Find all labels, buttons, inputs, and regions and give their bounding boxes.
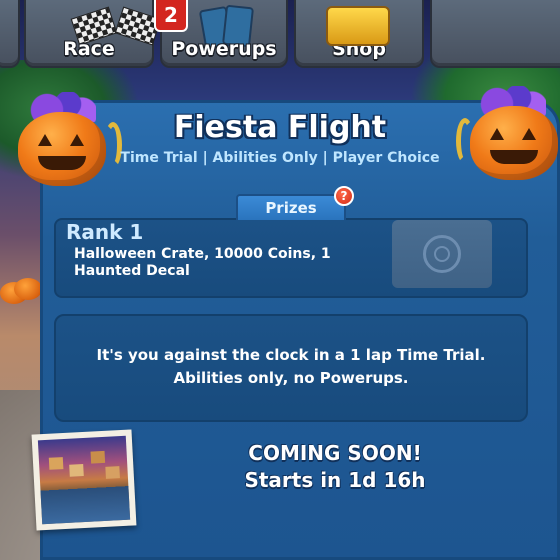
tab-race-label: Race: [63, 38, 115, 60]
prize-rank: Rank 1: [66, 220, 144, 244]
event-description: It's you against the clock in a 1 lap Ti…: [54, 344, 528, 390]
event-title: Fiesta Flight: [173, 110, 387, 145]
description-line-1: It's you against the clock in a 1 lap Ti…: [96, 346, 486, 364]
treasure-chest-icon: [326, 6, 390, 46]
track-preview-image: [37, 435, 131, 525]
help-icon[interactable]: ?: [334, 186, 354, 206]
event-status: COMING SOON! Starts in 1d 16h: [150, 440, 520, 494]
tab-left-edge[interactable]: [0, 0, 20, 68]
prize-decal-image[interactable]: [392, 220, 492, 288]
background-pumpkin: [14, 278, 42, 300]
description-line-2: Abilities only, no Powerups.: [173, 369, 409, 387]
tab-powerups-label: Powerups: [171, 38, 277, 60]
powerups-count-badge: 2: [154, 0, 188, 32]
prize-reward-text: Halloween Crate, 10000 Coins, 1 Haunted …: [74, 246, 331, 279]
wheel-icon: [423, 235, 461, 273]
track-thumbnail[interactable]: [31, 429, 137, 531]
tab-race[interactable]: Race: [24, 0, 162, 68]
top-tab-bar: Race Powerups 2 Shop: [0, 0, 560, 72]
tab-prizes[interactable]: Prizes: [236, 194, 346, 220]
tab-extra[interactable]: [430, 0, 560, 68]
coming-soon-label: COMING SOON!: [248, 441, 422, 465]
countdown-label: Starts in 1d 16h: [244, 468, 426, 492]
event-subtitle: Time Trial | Abilities Only | Player Cho…: [120, 150, 440, 166]
